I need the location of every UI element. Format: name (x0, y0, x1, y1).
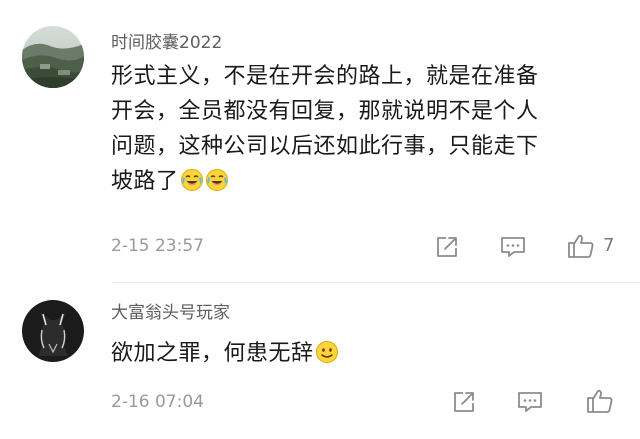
like-button[interactable] (586, 388, 614, 414)
share-icon (454, 392, 474, 412)
like-count: 7 (603, 235, 615, 256)
landscape-avatar-image (22, 26, 84, 88)
cat-silhouette-avatar-image (22, 300, 84, 362)
like-button[interactable]: 7 (567, 233, 614, 259)
share-button[interactable] (452, 390, 476, 414)
timestamp: 2-16 07:04 (111, 392, 204, 412)
crying-laughing-emoji-icon (180, 168, 204, 203)
thumbs-up-icon (587, 389, 613, 413)
comment-text-fragment: 欲加之罪，何患无辞 (111, 341, 314, 366)
timestamp: 2-15 23:57 (111, 236, 204, 256)
crying-laughing-emoji-icon (205, 168, 229, 203)
comment-item: 大富翁头号玩家 欲加之罪，何患无辞 2-16 07:04 (0, 290, 640, 439)
username[interactable]: 大富翁头号玩家 (111, 303, 230, 323)
comment-text-line: 形式主义，不是在开会的路上，就是在准备 (111, 64, 539, 89)
comment-text: 欲加之罪，何患无辞 (111, 336, 631, 375)
smiling-face-emoji-icon (315, 340, 339, 375)
comment-item: 时间胶囊2022 形式主义，不是在开会的路上，就是在准备 开会，全员都没有回复，… (0, 0, 640, 290)
comment-text-line: 问题，这种公司以后还如此行事，只能走下 (111, 134, 539, 159)
avatar[interactable] (22, 26, 84, 88)
divider (112, 282, 640, 283)
share-button[interactable] (435, 235, 459, 259)
comment-text-line: 坡路了 (111, 164, 631, 203)
share-icon (437, 237, 457, 257)
thumbs-up-icon (568, 234, 594, 258)
avatar[interactable] (22, 300, 84, 362)
comment-text-line: 开会，全员都没有回复，那就说明不是个人 (111, 99, 539, 124)
reply-button[interactable] (517, 390, 543, 414)
reply-icon (518, 392, 542, 412)
username[interactable]: 时间胶囊2022 (111, 33, 222, 53)
reply-icon (501, 237, 525, 257)
comment-text-fragment: 坡路了 (111, 169, 179, 194)
comment-text-line: 欲加之罪，何患无辞 (111, 336, 631, 375)
comment-text: 形式主义，不是在开会的路上，就是在准备 开会，全员都没有回复，那就说明不是个人 … (111, 59, 631, 203)
reply-button[interactable] (500, 235, 526, 259)
